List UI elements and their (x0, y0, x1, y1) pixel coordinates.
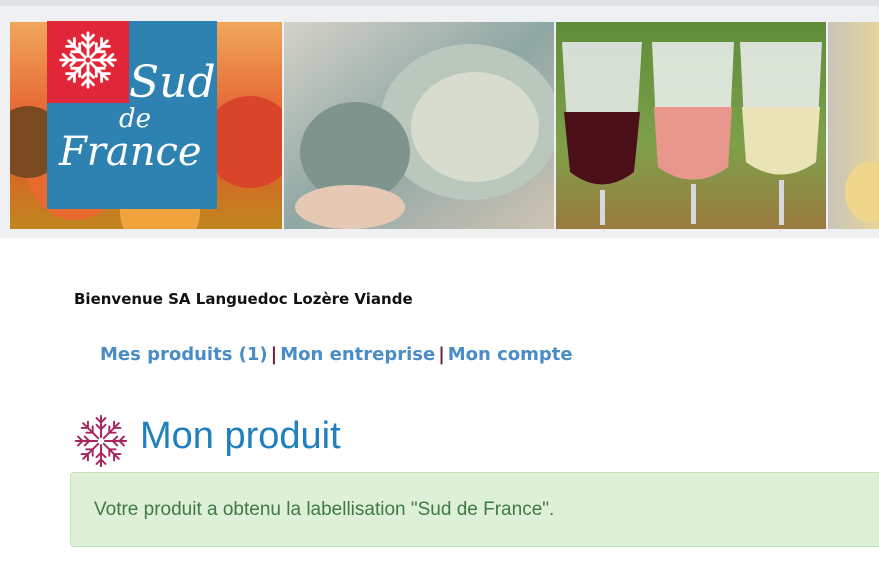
welcome-message: Bienvenue SA Languedoc Lozère Viande (74, 290, 413, 308)
nav-link-mon-entreprise[interactable]: Mon entreprise (280, 344, 435, 365)
nav-link-mon-compte[interactable]: Mon compte (448, 344, 573, 365)
account-nav: Mes produits (1) | Mon entreprise | Mon comp… (100, 344, 573, 365)
page-title: Mon produit (140, 415, 341, 457)
sud-de-france-logo[interactable]: Sud de France (47, 21, 217, 209)
nav-link-mes-produits[interactable]: Mes produits (1) (100, 344, 268, 365)
alert-message: Votre produit a obtenu la labellisation … (94, 499, 555, 520)
logo-text: Sud de France (59, 57, 217, 176)
logo-text-sud: Sud (129, 57, 216, 108)
nav-separator: | (270, 344, 278, 365)
nav-separator: | (438, 344, 445, 365)
header-banner: Sud de France (0, 6, 879, 238)
logo-text-france: France (59, 129, 202, 176)
success-alert: Votre produit a obtenu la labellisation … (70, 472, 879, 547)
snowflake-emblem-icon (74, 414, 128, 468)
